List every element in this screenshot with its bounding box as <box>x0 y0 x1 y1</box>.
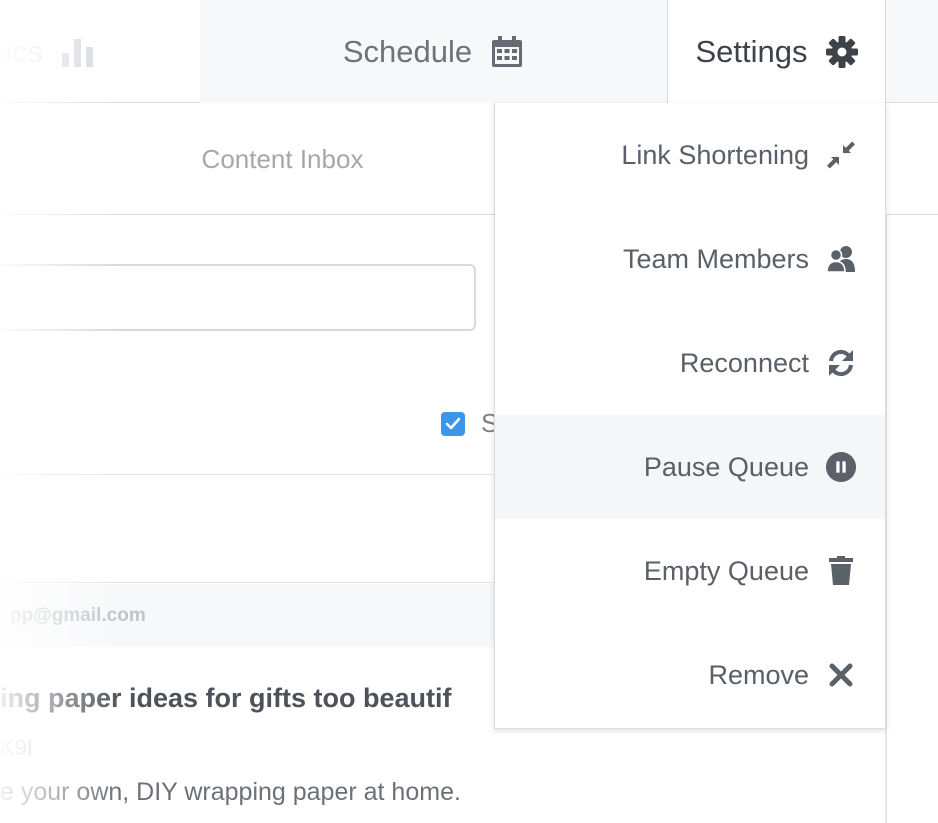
composer-input[interactable] <box>0 264 476 331</box>
post-description: e your own, DIY wrapping paper at home. <box>0 778 461 806</box>
post-link[interactable]: K9I <box>0 735 33 761</box>
calendar-icon <box>490 35 524 69</box>
gear-icon <box>825 36 858 68</box>
refresh-icon <box>825 347 857 379</box>
menu-item-label: Link Shortening <box>621 139 809 170</box>
tab-overflow <box>886 0 938 103</box>
close-icon <box>825 659 857 691</box>
menu-item-remove[interactable]: Remove <box>495 623 885 727</box>
menu-item-label: Team Members <box>622 243 809 274</box>
menu-item-pause-queue[interactable]: Pause Queue <box>495 415 885 519</box>
tab-settings[interactable]: Settings <box>668 0 886 104</box>
tab-analytics-label: ics <box>5 33 43 69</box>
post-title[interactable]: ing paper ideas for gifts too beautif <box>0 683 452 714</box>
menu-item-label: Empty Queue <box>643 555 809 586</box>
top-nav-bar: ics Schedule Settings <box>0 0 938 104</box>
pause-circle-icon <box>825 451 857 483</box>
users-icon <box>825 243 857 275</box>
compress-arrows-icon <box>825 139 857 171</box>
account-email: pp@gmail.com <box>10 604 146 626</box>
bar-chart-icon <box>61 37 95 67</box>
menu-item-team-members[interactable]: Team Members <box>495 207 885 311</box>
tab-schedule[interactable]: Schedule <box>200 0 668 103</box>
checkmark-icon <box>445 417 461 430</box>
settings-dropdown-menu: Link Shortening Team Members Reconnect P… <box>494 103 886 729</box>
menu-item-reconnect[interactable]: Reconnect <box>495 311 885 415</box>
menu-item-label: Pause Queue <box>643 451 809 482</box>
tab-settings-label: Settings <box>695 34 808 69</box>
subnav-content-inbox-label: Content Inbox <box>201 143 364 174</box>
subnav-content-inbox[interactable]: Content Inbox <box>110 103 455 215</box>
menu-item-empty-queue[interactable]: Empty Queue <box>495 519 885 623</box>
trash-icon <box>825 555 857 587</box>
tab-analytics[interactable]: ics <box>0 0 120 103</box>
option-checkbox[interactable] <box>441 412 465 436</box>
menu-item-label: Remove <box>708 659 809 690</box>
tab-schedule-label: Schedule <box>342 33 473 69</box>
menu-item-label: Reconnect <box>679 347 809 378</box>
menu-item-link-shortening[interactable]: Link Shortening <box>495 103 885 207</box>
